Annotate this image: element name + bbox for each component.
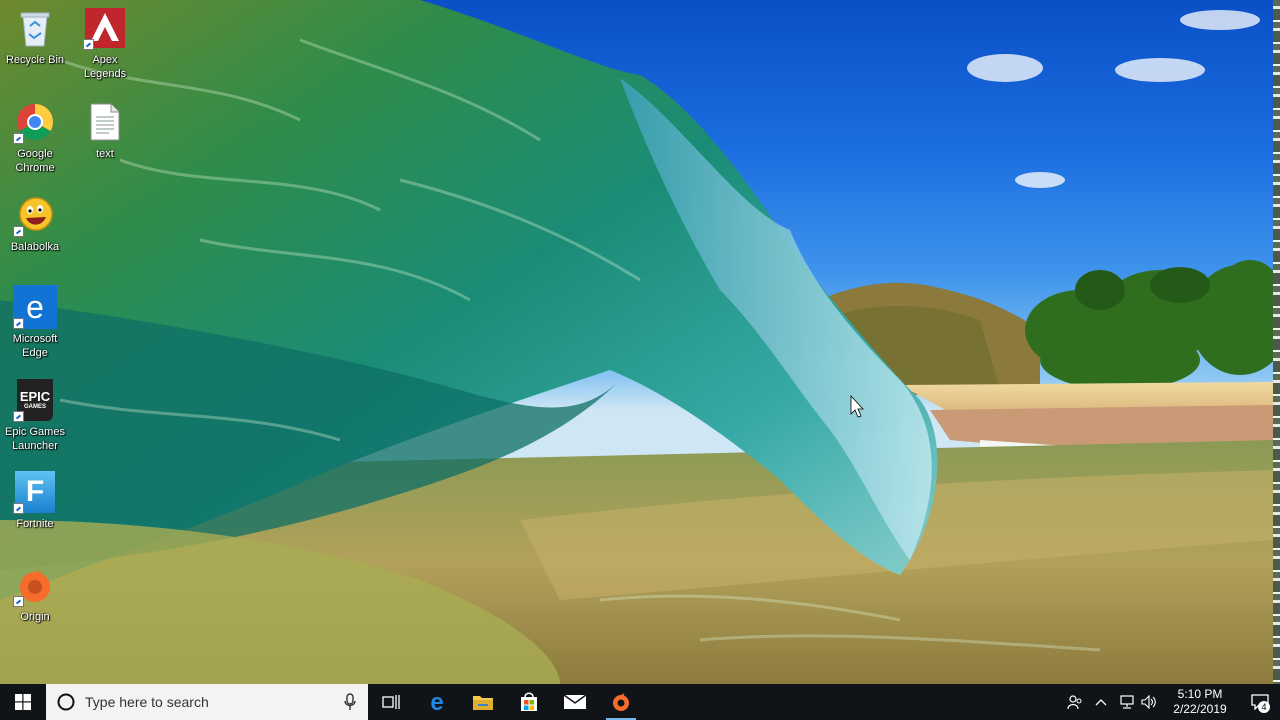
taskbar-store-button[interactable]	[506, 684, 552, 720]
desktop-icon-recycle-bin[interactable]: Recycle Bin	[0, 6, 70, 67]
desktop-icon-text[interactable]: text	[70, 100, 140, 161]
desktop-icon-google-chrome[interactable]: Google Chrome	[0, 100, 70, 175]
taskbar: Type here to search e 5:10 PM 2/22/2019 …	[0, 684, 1280, 720]
desktop-icon-label: Microsoft Edge	[12, 333, 58, 359]
desktop-icon-label: Google Chrome	[15, 148, 55, 174]
epic-logo-text: EPIC	[19, 388, 51, 404]
desktop-icon-epic-games[interactable]: EPIC GAMES Epic Games Launcher	[0, 378, 70, 453]
taskbar-edge-button[interactable]: e	[414, 684, 460, 720]
epic-logo-subtext: GAMES	[23, 403, 46, 410]
svg-text:e: e	[430, 691, 443, 713]
action-center-button[interactable]: 4	[1240, 684, 1280, 720]
task-view-icon	[382, 695, 400, 709]
network-icon[interactable]	[1116, 684, 1138, 720]
clock-date: 2/22/2019	[1173, 702, 1227, 716]
desktop-icon-label: Apex Legends	[83, 54, 127, 80]
chrome-icon	[13, 100, 57, 144]
system-tray: 5:10 PM 2/22/2019 4	[1064, 684, 1280, 720]
fortnite-icon: F	[13, 470, 57, 514]
taskbar-origin-button[interactable]	[598, 684, 644, 720]
desktop-icon-label: Origin	[20, 611, 50, 623]
epic-games-icon: EPIC GAMES	[13, 378, 57, 422]
origin-icon	[13, 563, 57, 607]
volume-icon[interactable]	[1138, 684, 1160, 720]
edge-icon: e	[430, 691, 443, 713]
microphone-icon[interactable]	[344, 693, 356, 711]
apex-legends-icon	[83, 6, 127, 50]
mail-icon	[563, 694, 587, 709]
task-view-button[interactable]	[368, 684, 414, 720]
desktop-wallpaper	[0, 0, 1280, 684]
search-placeholder: Type here to search	[85, 694, 209, 710]
windows-logo-icon	[15, 694, 31, 710]
desktop-icon-label: Balabolka	[10, 241, 60, 253]
shortcut-arrow-icon	[13, 596, 24, 607]
desktop-icon-label: text	[96, 148, 114, 160]
taskbar-mail-button[interactable]	[552, 684, 598, 720]
shortcut-arrow-icon	[13, 226, 24, 237]
recycle-bin-icon	[13, 6, 57, 50]
window-edge-strip	[1273, 0, 1280, 684]
desktop-icon-label: Recycle Bin	[5, 54, 65, 66]
edge-icon: e	[13, 285, 57, 329]
svg-text:e: e	[26, 289, 44, 325]
folder-icon	[473, 696, 493, 710]
store-icon	[521, 692, 537, 711]
search-box[interactable]: Type here to search	[46, 684, 368, 720]
cortana-icon	[57, 693, 75, 711]
notification-count-badge: 4	[1258, 701, 1270, 713]
desktop-icon-microsoft-edge[interactable]: e Microsoft Edge	[0, 285, 70, 360]
desktop-icon-label: Epic Games Launcher	[5, 426, 65, 452]
shortcut-arrow-icon	[83, 39, 94, 50]
desktop-icon-balabolka[interactable]: Balabolka	[0, 193, 70, 254]
people-icon[interactable]	[1064, 684, 1086, 720]
start-button[interactable]	[0, 684, 46, 720]
origin-icon	[613, 693, 629, 711]
desktop-icon-apex-legends[interactable]: Apex Legends	[70, 6, 140, 81]
show-hidden-icons-chevron-icon[interactable]	[1086, 684, 1116, 720]
shortcut-arrow-icon	[13, 133, 24, 144]
desktop-icon-fortnite[interactable]: F Fortnite	[0, 470, 70, 531]
clock[interactable]: 5:10 PM 2/22/2019	[1166, 687, 1234, 717]
desktop-icon-label: Fortnite	[16, 518, 54, 530]
taskbar-file-explorer-button[interactable]	[460, 684, 506, 720]
shortcut-arrow-icon	[13, 318, 24, 329]
desktop-icon-origin[interactable]: Origin	[0, 563, 70, 624]
shortcut-arrow-icon	[13, 503, 24, 514]
text-file-icon	[83, 100, 127, 144]
balabolka-icon	[13, 193, 57, 237]
shortcut-arrow-icon	[13, 411, 24, 422]
clock-time: 5:10 PM	[1177, 687, 1223, 701]
